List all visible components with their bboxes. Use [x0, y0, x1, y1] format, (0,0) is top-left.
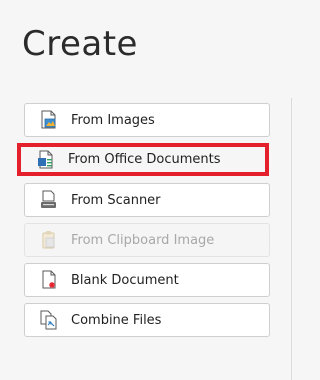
from-images-button[interactable]: From Images: [24, 103, 270, 137]
blank-document-icon: [39, 269, 59, 291]
combine-files-button[interactable]: Combine Files: [24, 303, 270, 337]
panel-divider: [291, 98, 292, 380]
from-office-documents-button[interactable]: From Office Documents: [22, 143, 262, 176]
image-file-icon: [39, 109, 59, 131]
panel-title: Create: [22, 24, 138, 64]
combine-files-icon: [39, 309, 59, 331]
blank-document-button[interactable]: Blank Document: [24, 263, 270, 297]
from-office-documents-label: From Office Documents: [68, 152, 221, 167]
from-scanner-button[interactable]: From Scanner: [24, 183, 270, 217]
clipboard-icon: [39, 229, 59, 251]
blank-document-label: Blank Document: [71, 272, 179, 288]
from-clipboard-image-button[interactable]: From Clipboard Image: [24, 223, 270, 257]
combine-files-label: Combine Files: [71, 312, 162, 328]
from-scanner-label: From Scanner: [71, 192, 161, 208]
from-clipboard-image-label: From Clipboard Image: [71, 232, 215, 248]
office-document-icon: [36, 149, 56, 171]
from-images-label: From Images: [71, 112, 155, 128]
scanner-icon: [39, 189, 59, 211]
